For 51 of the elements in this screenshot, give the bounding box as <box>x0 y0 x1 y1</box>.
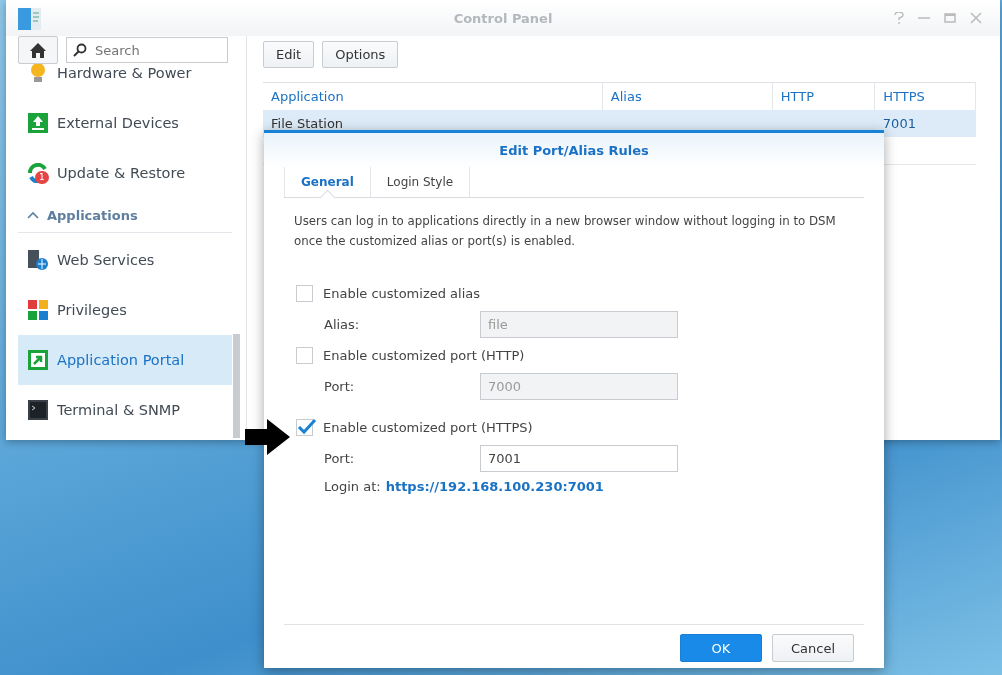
section-label: Applications <box>47 207 138 223</box>
window-title: Control Panel <box>453 10 553 26</box>
sidebar-item[interactable]: Web Services <box>18 235 232 285</box>
sidebar-item[interactable]: Terminal & SNMP <box>18 385 232 435</box>
table-cell: 7001 <box>882 116 916 131</box>
login-link[interactable]: https://192.168.100.230:7001 <box>385 479 604 494</box>
home-button[interactable] <box>18 36 58 64</box>
search-field[interactable]: Search <box>66 37 228 63</box>
table-cell: File Station <box>271 116 344 131</box>
help-icon[interactable] <box>894 12 904 24</box>
dialog-title: Edit Port/Alias Rules <box>499 142 649 158</box>
sidebar-icon <box>28 64 48 84</box>
sidebar-icon <box>28 350 48 370</box>
sidebar-item[interactable]: 1 Update & Restore <box>18 148 232 198</box>
sidebar-icon <box>27 163 49 183</box>
description-text: Users can log in to applications directly in a new browser window without logging in to DSM once the customized alias or port(s) is enabled. <box>294 213 837 250</box>
field-label: Port: <box>324 450 356 466</box>
count-badge: 1 <box>35 171 49 184</box>
sidebar-icon <box>27 249 49 271</box>
cancel-button[interactable]: Cancel <box>772 634 854 662</box>
sidebar-item[interactable]: Hardware & Power <box>18 64 232 98</box>
maximize-icon[interactable] <box>944 12 956 24</box>
sidebar-item[interactable]: Application Portal <box>18 335 232 385</box>
checkbox[interactable] <box>296 346 313 364</box>
checkbox-label: Enable customized port (HTTP) <box>323 347 525 363</box>
close-icon[interactable] <box>970 12 982 24</box>
login-label: Login at: <box>324 479 381 494</box>
search-field[interactable]: Search <box>93 41 217 59</box>
sidebar-item[interactable]: External Devices <box>18 98 232 148</box>
toolbar-button[interactable]: Options <box>322 41 399 68</box>
search-icon <box>73 43 87 57</box>
field-label: Port: <box>324 378 356 394</box>
field-label: Alias: <box>324 316 361 332</box>
arrow-icon <box>245 419 290 455</box>
app-icon <box>18 8 42 33</box>
home-icon <box>29 41 47 59</box>
checkbox-label: Enable customized alias <box>323 285 481 301</box>
sidebar-item[interactable]: Privileges <box>18 285 232 335</box>
input-field[interactable]: 7001 <box>480 444 678 472</box>
caret-icon <box>27 211 39 219</box>
scrollbar[interactable] <box>233 334 240 438</box>
ok-button[interactable]: OK <box>680 634 762 662</box>
tab[interactable]: Login Style <box>369 167 471 197</box>
sidebar-icon <box>28 400 48 420</box>
checkbox[interactable] <box>296 418 313 436</box>
toolbar-button[interactable]: Edit <box>263 41 315 68</box>
section-header[interactable]: Applications <box>18 198 232 233</box>
sidebar-icon <box>27 299 49 321</box>
checkbox[interactable] <box>296 284 313 302</box>
checkbox-label: Enable customized port (HTTPS) <box>323 419 533 435</box>
sidebar-icon <box>28 113 48 133</box>
